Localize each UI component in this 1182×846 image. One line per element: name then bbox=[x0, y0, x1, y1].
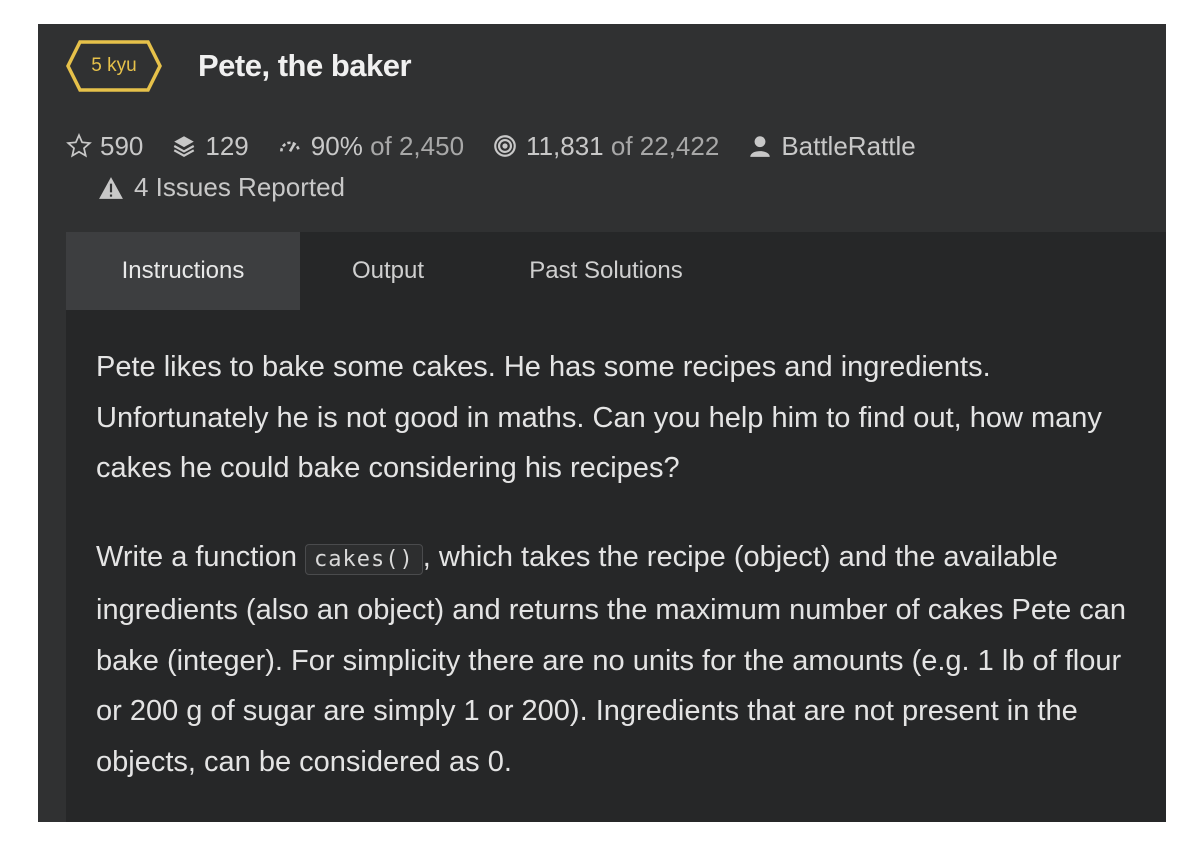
rank-label: 5 kyu bbox=[91, 55, 137, 76]
description-paragraph-1: Pete likes to bake some cakes. He has so… bbox=[96, 351, 1102, 484]
star-icon bbox=[66, 133, 92, 158]
gauge-icon bbox=[279, 141, 300, 153]
description-paragraph-2: Write a function cakes(), which takes th… bbox=[96, 532, 1146, 788]
kata-stats: 590 129 90% of 2,450 11,831 of 22,422 Ba… bbox=[66, 128, 944, 164]
description-text-before: Write a function bbox=[96, 540, 306, 573]
instructions-body: Pete likes to bake some cakes. He has so… bbox=[96, 342, 1146, 825]
satisfaction-total: of 2,450 bbox=[370, 130, 465, 161]
kata-content: Instructions Output Past Solutions Pete … bbox=[66, 232, 1166, 822]
stars-count: 590 bbox=[100, 130, 144, 161]
rank-badge[interactable]: 5 kyu bbox=[66, 40, 162, 92]
warning-icon bbox=[99, 176, 123, 199]
tab-instructions[interactable]: Instructions bbox=[66, 232, 300, 310]
kata-title: Pete, the baker bbox=[198, 48, 412, 83]
issues-link[interactable]: 4 Issues Reported bbox=[98, 172, 345, 203]
kata-header: 5 kyu Pete, the baker 590 129 90% of 2,4… bbox=[38, 24, 1166, 232]
target-icon bbox=[494, 135, 516, 157]
tab-past-solutions[interactable]: Past Solutions bbox=[506, 232, 706, 310]
user-icon bbox=[750, 136, 771, 157]
description-text-after: , which takes the recipe (object) and th… bbox=[96, 540, 1127, 778]
stars-stat[interactable]: 590 bbox=[66, 131, 143, 162]
issues-label: 4 Issues Reported bbox=[134, 172, 346, 202]
satisfaction-value: 90% bbox=[310, 130, 363, 161]
tab-bar: Instructions Output Past Solutions bbox=[66, 232, 1166, 310]
completed-total: of 22,422 bbox=[610, 130, 720, 161]
author-stat[interactable]: BattleRattle bbox=[747, 130, 916, 162]
function-name-code: cakes() bbox=[305, 543, 423, 575]
completed-stat: 11,831 of 22,422 bbox=[492, 131, 719, 162]
collections-count: 129 bbox=[205, 130, 249, 161]
layers-icon bbox=[174, 136, 195, 157]
tab-output[interactable]: Output bbox=[326, 232, 450, 310]
kata-panel: 5 kyu Pete, the baker 590 129 90% of 2,4… bbox=[38, 24, 1166, 822]
satisfaction-stat: 90% of 2,450 bbox=[277, 131, 464, 162]
completed-value: 11,831 bbox=[526, 130, 604, 161]
collections-stat[interactable]: 129 bbox=[171, 130, 249, 162]
author-name: BattleRattle bbox=[781, 130, 916, 161]
